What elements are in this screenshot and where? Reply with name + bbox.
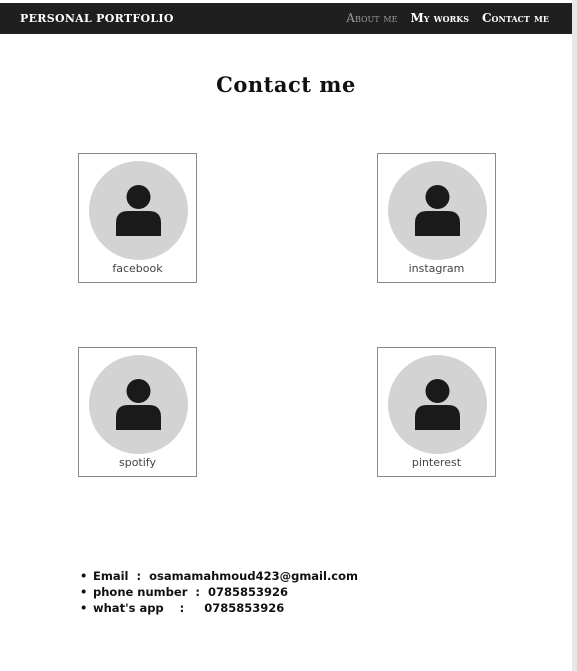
card-pinterest[interactable]: pinterest xyxy=(377,347,496,477)
card-label: spotify xyxy=(118,456,156,469)
bullet-icon: • xyxy=(80,585,88,599)
user-icon xyxy=(116,185,161,236)
nav-link-contact-me[interactable]: Contact me xyxy=(482,11,549,25)
nav-link-my-works[interactable]: My works xyxy=(410,11,469,25)
site-brand[interactable]: PERSONAL PORTFOLIO xyxy=(20,12,174,25)
contact-email: • Email : osamamahmoud423@gmail.com xyxy=(80,568,358,584)
contact-phone: • phone number : 0785853926 xyxy=(80,584,358,600)
user-icon xyxy=(415,379,460,430)
card-facebook[interactable]: facebook xyxy=(78,153,197,283)
user-icon xyxy=(415,185,460,236)
nav-links: About me My works Contact me xyxy=(346,11,549,25)
contact-whatsapp-text: what's app : 0785853926 xyxy=(93,601,285,615)
scrollbar[interactable] xyxy=(572,0,577,671)
bullet-icon: • xyxy=(80,569,88,583)
card-label: facebook xyxy=(112,262,163,275)
card-spotify[interactable]: spotify xyxy=(78,347,197,477)
card-instagram[interactable]: instagram xyxy=(377,153,496,283)
page-title: Contact me xyxy=(216,72,356,97)
page: PERSONAL PORTFOLIO About me My works Con… xyxy=(0,0,577,671)
bullet-icon: • xyxy=(80,601,88,615)
user-icon xyxy=(116,379,161,430)
contact-email-text: Email : osamamahmoud423@gmail.com xyxy=(93,569,359,583)
card-label: pinterest xyxy=(411,456,462,469)
avatar xyxy=(388,161,487,260)
card-label: instagram xyxy=(408,262,465,275)
avatar xyxy=(89,161,188,260)
top-navbar: PERSONAL PORTFOLIO About me My works Con… xyxy=(0,3,572,34)
avatar xyxy=(388,355,487,454)
contact-phone-text: phone number : 0785853926 xyxy=(93,585,289,599)
contact-list: • Email : osamamahmoud423@gmail.com • phon… xyxy=(80,568,358,616)
avatar xyxy=(89,355,188,454)
contact-whatsapp: • what's app : 0785853926 xyxy=(80,600,358,616)
nav-link-about-me[interactable]: About me xyxy=(346,11,397,25)
